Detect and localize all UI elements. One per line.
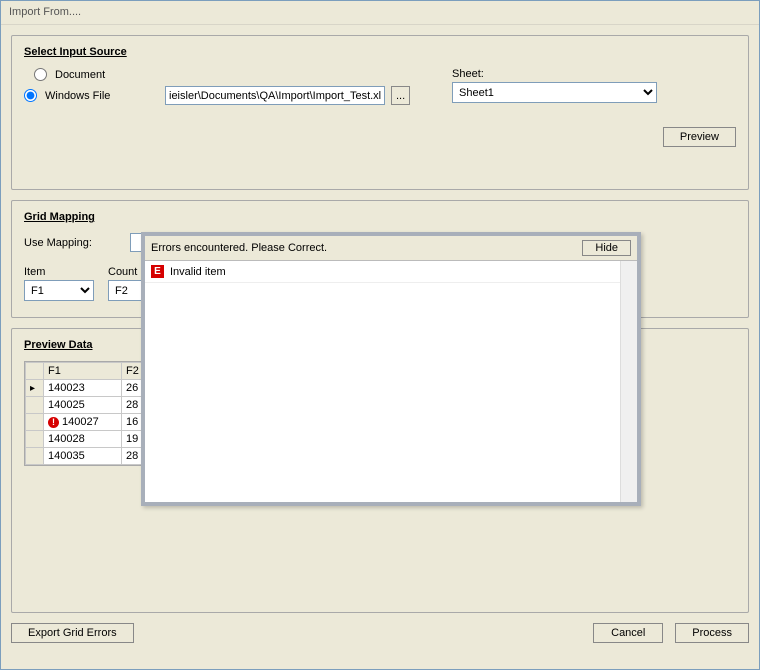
- radio-windows-file-label: Windows File: [45, 90, 110, 102]
- error-icon: [48, 417, 59, 428]
- cell-f1[interactable]: 140027: [44, 414, 122, 431]
- cancel-button[interactable]: Cancel: [593, 623, 663, 643]
- table-row[interactable]: 14002716: [26, 414, 146, 431]
- cell-f1[interactable]: 140023: [44, 380, 122, 397]
- preview-table: F1 F2 1400232614002528140027161400281914…: [25, 362, 146, 465]
- preview-button[interactable]: Preview: [663, 127, 736, 147]
- row-indicator: [26, 414, 44, 431]
- radio-windows-file-row[interactable]: Windows File: [24, 89, 159, 102]
- grid-mapping-heading: Grid Mapping: [24, 211, 736, 223]
- row-indicator: [26, 431, 44, 448]
- use-mapping-label: Use Mapping:: [24, 237, 124, 249]
- row-indicator: [26, 380, 44, 397]
- hide-button[interactable]: Hide: [582, 240, 631, 256]
- file-path-input[interactable]: [165, 86, 385, 105]
- table-row[interactable]: 14003528: [26, 448, 146, 465]
- error-text: Invalid item: [170, 266, 226, 278]
- error-badge-icon: E: [151, 265, 164, 278]
- error-dialog: Errors encountered. Please Correct. Hide…: [141, 232, 641, 506]
- item-select[interactable]: F1: [24, 280, 94, 301]
- window-title: Import From....: [1, 1, 759, 25]
- sheet-label: Sheet:: [452, 68, 657, 80]
- import-window: Import From.... Select Input Source Docu…: [0, 0, 760, 670]
- input-source-heading: Select Input Source: [24, 46, 736, 58]
- window-content: Select Input Source Document Windows Fil…: [1, 25, 759, 669]
- process-button[interactable]: Process: [675, 623, 749, 643]
- row-header-blank: [26, 363, 44, 380]
- sheet-select[interactable]: Sheet1: [452, 82, 657, 103]
- row-indicator: [26, 448, 44, 465]
- table-row[interactable]: 14002528: [26, 397, 146, 414]
- col-header-f1[interactable]: F1: [44, 363, 122, 380]
- cell-f1[interactable]: 140028: [44, 431, 122, 448]
- error-dialog-body[interactable]: E Invalid item: [145, 261, 637, 502]
- table-row[interactable]: 14002819: [26, 431, 146, 448]
- radio-document-label: Document: [55, 69, 105, 81]
- cell-f1[interactable]: 140025: [44, 397, 122, 414]
- input-source-group: Select Input Source Document Windows Fil…: [11, 35, 749, 190]
- error-dialog-header: Errors encountered. Please Correct. Hide: [145, 236, 637, 261]
- preview-table-wrap: F1 F2 1400232614002528140027161400281914…: [24, 361, 149, 466]
- error-dialog-title: Errors encountered. Please Correct.: [151, 242, 327, 254]
- item-label: Item: [24, 266, 94, 278]
- radio-windows-file[interactable]: [24, 89, 37, 102]
- browse-button[interactable]: ...: [391, 86, 410, 105]
- cell-f1[interactable]: 140035: [44, 448, 122, 465]
- radio-document[interactable]: [34, 68, 47, 81]
- bottom-button-row: Export Grid Errors Cancel Process: [11, 623, 749, 643]
- row-indicator: [26, 397, 44, 414]
- table-row[interactable]: 14002326: [26, 380, 146, 397]
- error-list-item[interactable]: E Invalid item: [145, 261, 637, 283]
- export-grid-errors-button[interactable]: Export Grid Errors: [11, 623, 134, 643]
